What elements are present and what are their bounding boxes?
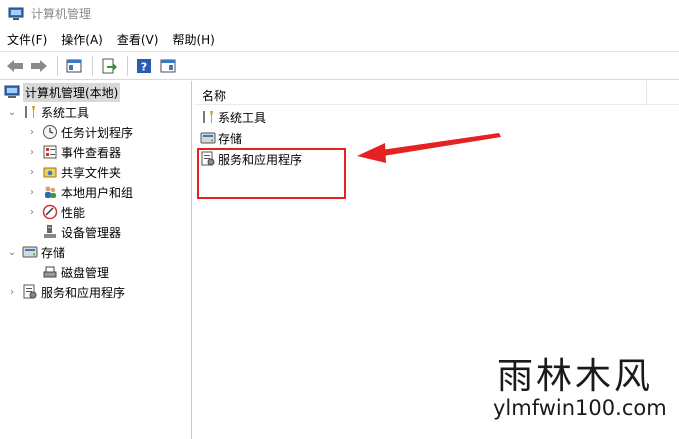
chevron-right-icon[interactable]: › (26, 186, 38, 198)
help-icon[interactable]: ? (133, 55, 155, 77)
tree-item-storage[interactable]: ⌄ 存储 (6, 242, 65, 262)
toolbar-separator (92, 55, 93, 76)
menu-file[interactable]: 文件(F) (7, 31, 47, 48)
chevron-right-icon[interactable]: › (6, 286, 18, 298)
tree-item-label: 事件查看器 (61, 145, 122, 160)
tree-item-label: 共享文件夹 (61, 165, 122, 180)
watermark-logo-text: 雨林木风 (497, 356, 654, 397)
toolbar-separator (127, 55, 128, 76)
tree-item-event-viewer[interactable]: › 事件查看器 (26, 142, 121, 162)
tree-item-computer-management[interactable]: 计算机管理(本地) (4, 82, 121, 102)
title-bar: 计算机管理 (0, 0, 679, 27)
device-manager-icon (42, 224, 58, 240)
shared-folder-icon (42, 164, 58, 180)
tree-item-local-users-groups[interactable]: › 本地用户和组 (26, 182, 133, 202)
svg-text:?: ? (141, 60, 147, 73)
chevron-right-icon[interactable]: › (26, 146, 38, 158)
list-item-label: 系统工具 (218, 110, 267, 125)
tree-item-label: 计算机管理(本地) (23, 82, 121, 102)
performance-icon (42, 204, 58, 220)
storage-icon (200, 130, 216, 146)
console-tree: 计算机管理(本地) ⌄ 系统工具 › 任务计划程序 › 事件查看器 › 共享文件… (0, 81, 192, 439)
tree-item-label: 任务计划程序 (61, 125, 134, 140)
chevron-down-icon[interactable]: ⌄ (6, 246, 18, 258)
storage-icon (22, 244, 38, 260)
tree-item-task-scheduler[interactable]: › 任务计划程序 (26, 122, 133, 142)
tree-item-label: 系统工具 (41, 105, 90, 120)
list-item-system-tools[interactable]: 系统工具 (200, 107, 266, 127)
watermark-url: ylmfwin100.com (493, 396, 667, 420)
back-icon[interactable] (4, 55, 26, 77)
chevron-down-icon[interactable]: ⌄ (6, 106, 18, 118)
tree-item-device-manager[interactable]: 设备管理器 (42, 222, 121, 242)
tree-item-label: 存储 (41, 245, 66, 260)
window-title: 计算机管理 (31, 7, 92, 21)
export-list-icon[interactable] (98, 55, 120, 77)
tree-item-system-tools[interactable]: ⌄ 系统工具 (6, 102, 89, 122)
clock-icon (42, 124, 58, 140)
chevron-right-icon[interactable]: › (26, 206, 38, 218)
users-icon (42, 184, 58, 200)
menu-action[interactable]: 操作(A) (61, 31, 103, 48)
services-icon (22, 284, 38, 300)
show-hide-action-pane-icon[interactable] (157, 55, 179, 77)
tree-item-label: 性能 (61, 205, 86, 220)
forward-icon[interactable] (28, 55, 50, 77)
tree-item-performance[interactable]: › 性能 (26, 202, 85, 222)
column-header: 名称 (194, 81, 679, 105)
tools-icon (22, 104, 38, 120)
list-item-storage[interactable]: 存储 (200, 128, 242, 148)
disk-icon (42, 264, 58, 280)
event-viewer-icon (42, 144, 58, 160)
column-header-name[interactable]: 名称 (202, 87, 226, 104)
tree-item-label: 服务和应用程序 (41, 285, 126, 300)
show-hide-tree-icon[interactable] (63, 55, 85, 77)
computer-management-icon (8, 7, 24, 21)
chevron-right-icon[interactable]: › (26, 126, 38, 138)
tools-icon (200, 109, 216, 125)
tree-item-shared-folders[interactable]: › 共享文件夹 (26, 162, 121, 182)
tree-item-label: 设备管理器 (61, 225, 122, 240)
column-divider[interactable] (646, 81, 647, 105)
chevron-right-icon[interactable]: › (26, 166, 38, 178)
annotation-arrow-icon (357, 133, 501, 163)
toolbar-separator (57, 55, 58, 76)
watermark: 雨林木风 ylmfwin100.com (493, 356, 677, 421)
menu-bar: 文件(F) 操作(A) 查看(V) 帮助(H) (0, 27, 679, 51)
tree-item-label: 本地用户和组 (61, 185, 134, 200)
menu-help[interactable]: 帮助(H) (172, 31, 214, 48)
tree-item-label: 磁盘管理 (61, 265, 110, 280)
menu-view[interactable]: 查看(V) (117, 31, 159, 48)
computer-management-icon (4, 84, 20, 100)
toolbar: ? (0, 51, 679, 80)
tree-item-disk-management[interactable]: 磁盘管理 (42, 262, 109, 282)
annotation-highlight-box (197, 148, 346, 199)
tree-item-services-apps[interactable]: › 服务和应用程序 (6, 282, 125, 302)
list-item-label: 存储 (218, 131, 243, 146)
